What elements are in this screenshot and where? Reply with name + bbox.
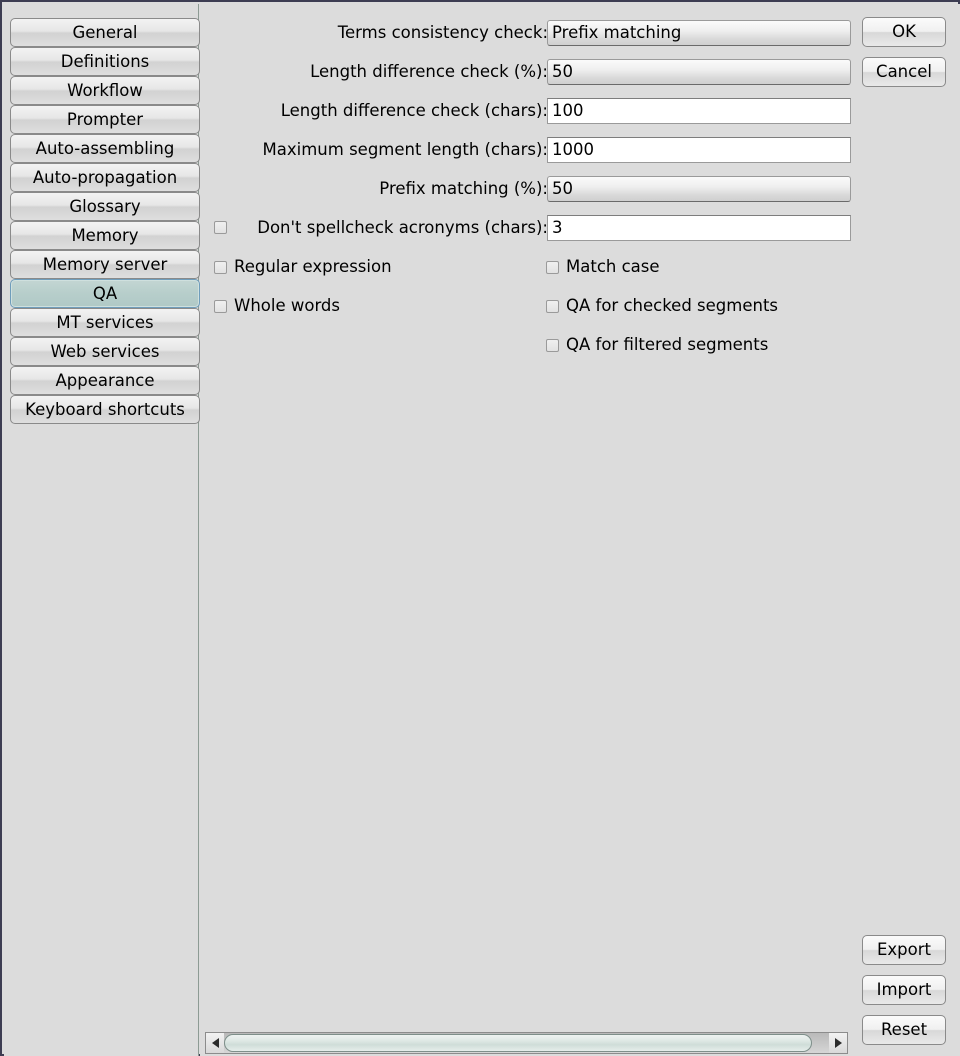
- form-row-field: 50: [547, 59, 851, 85]
- sidebar-item-label: QA: [92, 284, 118, 303]
- sidebar-item-mt-services[interactable]: MT services: [10, 308, 200, 337]
- settings-category-sidebar: General Definitions Workflow Prompter Auto-a…: [4, 4, 200, 1056]
- checkbox-icon[interactable]: [214, 260, 227, 274]
- sidebar-item-label: Glossary: [69, 197, 141, 216]
- form-row-field[interactable]: 1000: [547, 137, 851, 163]
- sidebar-item-definitions[interactable]: Definitions: [10, 47, 200, 76]
- form-row-label: Maximum segment length (chars):: [262, 140, 548, 159]
- scroll-right-button[interactable]: [829, 1033, 847, 1053]
- sidebar-item-label: Auto-propagation: [32, 168, 178, 187]
- sidebar-item-appearance[interactable]: Appearance: [10, 366, 200, 395]
- sidebar-item-label: Memory: [71, 226, 139, 245]
- qa-settings-panel: Terms consistency check: Prefix matching L…: [200, 4, 960, 1056]
- sidebar-item-general[interactable]: General: [10, 18, 200, 47]
- scrollbar-thumb[interactable]: [224, 1034, 812, 1052]
- checkbox-regular-expression[interactable]: Regular expression: [214, 254, 392, 280]
- sidebar-item-label: Auto-assembling: [35, 139, 175, 158]
- checkbox-icon[interactable]: [214, 299, 227, 313]
- sidebar-item-label: Web services: [50, 342, 160, 361]
- form-row-label: Prefix matching (%):: [379, 179, 548, 198]
- sidebar-item-memory[interactable]: Memory: [10, 221, 200, 250]
- sidebar-item-memory-server[interactable]: Memory server: [10, 250, 200, 279]
- sidebar-item-auto-propagation[interactable]: Auto-propagation: [10, 163, 200, 192]
- sidebar-item-label: Prompter: [66, 110, 144, 129]
- sidebar-item-auto-assembling[interactable]: Auto-assembling: [10, 134, 200, 163]
- dont-spellcheck-acronyms-checkbox[interactable]: [214, 221, 227, 234]
- form-row: Length difference check (chars): 100: [200, 96, 960, 126]
- checkbox-icon[interactable]: [546, 299, 559, 313]
- form-row: Prefix matching (%): 50: [200, 174, 960, 204]
- checkbox-match-case[interactable]: Match case: [546, 254, 660, 280]
- checkbox-label: QA for filtered segments: [566, 335, 769, 354]
- checkbox-icon[interactable]: [546, 260, 559, 274]
- checkbox-qa-for-checked-segments[interactable]: QA for checked segments: [546, 293, 778, 319]
- form-row-field: Prefix matching: [547, 20, 851, 46]
- reset-button[interactable]: Reset: [862, 1015, 946, 1045]
- checkbox-label: QA for checked segments: [566, 296, 779, 315]
- sidebar-item-glossary[interactable]: Glossary: [10, 192, 200, 221]
- form-row-field: 50: [547, 176, 851, 202]
- form-row: Length difference check (%): 50: [200, 57, 960, 87]
- cancel-button[interactable]: Cancel: [862, 57, 946, 87]
- export-button[interactable]: Export: [862, 935, 946, 965]
- form-row: Maximum segment length (chars): 1000: [200, 135, 960, 165]
- checkbox-icon[interactable]: [546, 338, 559, 352]
- checkbox-qa-for-filtered-segments[interactable]: QA for filtered segments: [546, 332, 768, 358]
- sidebar-item-workflow[interactable]: Workflow: [10, 76, 200, 105]
- scrollbar-track[interactable]: [224, 1033, 829, 1053]
- sidebar-item-label: Keyboard shortcuts: [25, 400, 185, 419]
- horizontal-scrollbar[interactable]: [205, 1032, 848, 1054]
- triangle-right-icon: [834, 1038, 842, 1048]
- form-row: Terms consistency check: Prefix matching: [200, 18, 960, 48]
- form-row-label: Length difference check (%):: [310, 62, 548, 81]
- form-row-label: Length difference check (chars):: [280, 101, 548, 120]
- form-row: Don't spellcheck acronyms (chars): 3: [200, 213, 960, 243]
- form-row-field[interactable]: 100: [547, 98, 851, 124]
- checkbox-label: Whole words: [234, 296, 341, 315]
- sidebar-item-label: Memory server: [42, 255, 168, 274]
- sidebar-item-keyboard-shortcuts[interactable]: Keyboard shortcuts: [10, 395, 200, 424]
- preferences-dialog: General Definitions Workflow Prompter Auto-a…: [0, 0, 960, 1056]
- import-button[interactable]: Import: [862, 975, 946, 1005]
- form-row-field[interactable]: 3: [547, 215, 851, 241]
- checkbox-label: Regular expression: [234, 257, 392, 276]
- ok-button[interactable]: OK: [862, 17, 946, 47]
- sidebar-item-web-services[interactable]: Web services: [10, 337, 200, 366]
- form-row-label: Terms consistency check:: [337, 23, 548, 42]
- sidebar-item-label: Appearance: [55, 371, 155, 390]
- checkbox-whole-words[interactable]: Whole words: [214, 293, 340, 319]
- sidebar-item-qa[interactable]: QA: [10, 279, 200, 308]
- sidebar-item-label: General: [72, 23, 138, 42]
- triangle-left-icon: [211, 1038, 219, 1048]
- sidebar-item-label: Definitions: [60, 52, 150, 71]
- sidebar-item-label: Workflow: [67, 81, 143, 100]
- sidebar-item-prompter[interactable]: Prompter: [10, 105, 200, 134]
- form-row-label: Don't spellcheck acronyms (chars):: [257, 218, 548, 237]
- scroll-left-button[interactable]: [206, 1033, 224, 1053]
- settings-tab-list: General Definitions Workflow Prompter Auto-a…: [10, 18, 200, 424]
- sidebar-item-label: MT services: [56, 313, 154, 332]
- checkbox-label: Match case: [566, 257, 660, 276]
